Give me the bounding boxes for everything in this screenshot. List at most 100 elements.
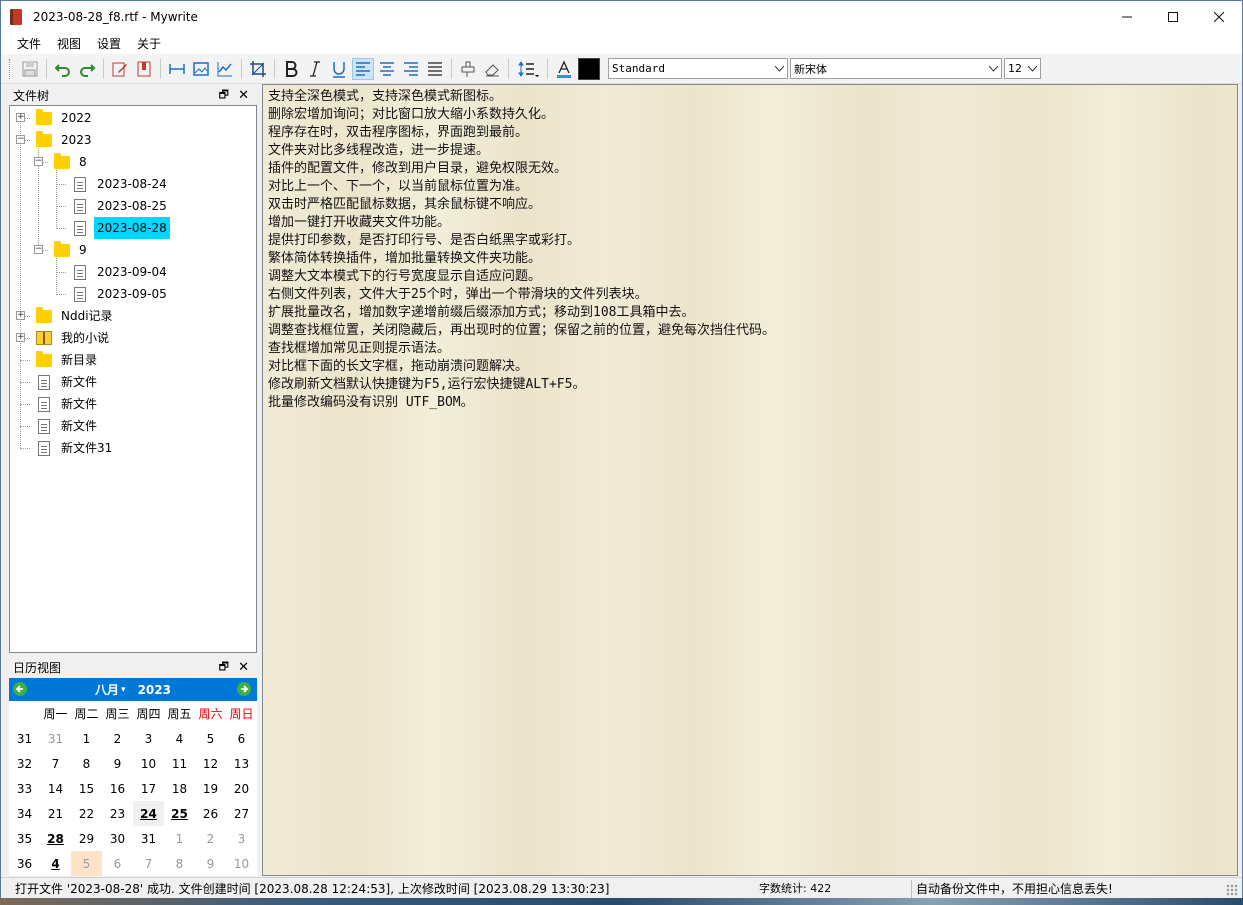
editor-line[interactable]: 批量修改编码没有识别 UTF_BOM。: [268, 394, 775, 412]
save-button[interactable]: [19, 58, 41, 80]
tree-item[interactable]: 2023-08-25: [72, 195, 170, 217]
tree-item[interactable]: 新文件: [36, 415, 100, 437]
calendar-day[interactable]: 6: [226, 726, 257, 751]
calendar-day[interactable]: 28: [40, 826, 71, 851]
editor-line[interactable]: 扩展批量改名，增加数字递增前缀后缀添加方式；移动到108工具箱中去。: [268, 304, 775, 322]
month-dropdown-icon[interactable]: ▾: [121, 685, 126, 695]
editor-line[interactable]: 支持全深色模式，支持深色模式新图标。: [268, 88, 775, 106]
calendar-day[interactable]: 31: [133, 826, 164, 851]
calendar-day[interactable]: 20: [226, 776, 257, 801]
tree-item[interactable]: 新目录: [36, 349, 100, 371]
calendar-day[interactable]: 24: [133, 801, 164, 826]
expand-icon[interactable]: +: [16, 311, 25, 320]
calendar-day[interactable]: 5: [71, 851, 102, 876]
calendar-day[interactable]: 9: [102, 751, 133, 776]
font-color-button[interactable]: [553, 58, 575, 80]
calendar-day[interactable]: 1: [71, 726, 102, 751]
editor-line[interactable]: 繁体简体转换插件，增加批量转换文件夹功能。: [268, 250, 775, 268]
calendar-day[interactable]: 3: [226, 826, 257, 851]
calendar-day[interactable]: 7: [133, 851, 164, 876]
editor-line[interactable]: 增加一键打开收藏夹文件功能。: [268, 214, 775, 232]
pin-icon[interactable]: 🗗: [219, 658, 229, 677]
calendar-day[interactable]: 14: [40, 776, 71, 801]
calendar-day[interactable]: 25: [164, 801, 195, 826]
expand-icon[interactable]: +: [16, 113, 25, 122]
calendar-day[interactable]: 11: [164, 751, 195, 776]
resize-grip[interactable]: [1226, 884, 1238, 896]
pin-icon[interactable]: 🗗: [219, 86, 229, 105]
calendar-day[interactable]: 29: [71, 826, 102, 851]
calendar-day[interactable]: 30: [102, 826, 133, 851]
tree-item[interactable]: 新文件: [36, 393, 100, 415]
next-month-icon[interactable]: [237, 682, 251, 696]
calendar-day[interactable]: 15: [71, 776, 102, 801]
calendar-month[interactable]: 八月: [95, 681, 119, 698]
chart-button[interactable]: [214, 58, 236, 80]
calendar-day[interactable]: 2: [195, 826, 226, 851]
calendar-day[interactable]: 18: [164, 776, 195, 801]
italic-button[interactable]: [304, 58, 326, 80]
tree-item[interactable]: 2023-09-04: [72, 261, 170, 283]
calendar-day[interactable]: 13: [226, 751, 257, 776]
chevron-down-icon[interactable]: [771, 59, 787, 78]
edit-button[interactable]: [109, 58, 131, 80]
close-pane-icon[interactable]: ✕: [238, 88, 249, 103]
collapse-icon[interactable]: −: [34, 245, 43, 254]
calendar-day[interactable]: 2: [102, 726, 133, 751]
editor-line[interactable]: 调整查找框位置，关闭隐藏后，再出现时的位置；保留之前的位置，避免每次挡住代码。: [268, 322, 775, 340]
calendar-day[interactable]: 5: [195, 726, 226, 751]
tree-item[interactable]: Nddi记录: [36, 305, 116, 327]
align-right-button[interactable]: [400, 58, 422, 80]
title-bar[interactable]: 2023-08-28_f8.rtf - Mywrite: [1, 1, 1242, 32]
redo-button[interactable]: [76, 58, 98, 80]
chevron-down-icon[interactable]: [985, 59, 1001, 78]
calendar-day[interactable]: 27: [226, 801, 257, 826]
tree-item[interactable]: 2023: [36, 129, 95, 151]
text-color-swatch[interactable]: [578, 57, 600, 80]
editor-line[interactable]: 修改刷新文档默认快捷键为F5,运行宏快捷键ALT+F5。: [268, 376, 775, 394]
editor-line[interactable]: 对比上一个、下一个，以当前鼠标位置为准。: [268, 178, 775, 196]
tree-item[interactable]: 2023-08-24: [72, 173, 170, 195]
image-button[interactable]: [190, 58, 212, 80]
calendar-day[interactable]: 9: [195, 851, 226, 876]
tree-item[interactable]: 2022: [36, 107, 95, 129]
chevron-down-icon[interactable]: [1024, 59, 1040, 78]
calendar-day[interactable]: 17: [133, 776, 164, 801]
editor-content[interactable]: 支持全深色模式，支持深色模式新图标。 删除宏增加询问；对比窗口放大缩小系数持久化。…: [268, 88, 775, 412]
toolbar-grip[interactable]: [9, 58, 12, 79]
editor-line[interactable]: 插件的配置文件，修改到用户目录，避免权限无效。: [268, 160, 775, 178]
editor-line[interactable]: 程序存在时，双击程序图标，界面跑到最前。: [268, 124, 775, 142]
calendar-day[interactable]: 22: [71, 801, 102, 826]
minimize-button[interactable]: [1104, 1, 1150, 32]
font-select[interactable]: 新宋体: [790, 58, 1002, 79]
calendar-day[interactable]: 7: [40, 751, 71, 776]
calendar-day[interactable]: 26: [195, 801, 226, 826]
calendar-day[interactable]: 8: [164, 851, 195, 876]
close-button[interactable]: [1196, 1, 1242, 32]
calendar-day[interactable]: 23: [102, 801, 133, 826]
align-left-button[interactable]: [352, 57, 374, 80]
undo-button[interactable]: [52, 58, 74, 80]
tree-item[interactable]: 2023-09-05: [72, 283, 170, 305]
calendar-day[interactable]: 10: [226, 851, 257, 876]
editor-line[interactable]: 对比框下面的长文字框，拖动崩溃问题解决。: [268, 358, 775, 376]
calendar-day[interactable]: 31: [40, 726, 71, 751]
bold-button[interactable]: [280, 58, 302, 80]
size-select[interactable]: 12: [1004, 58, 1041, 79]
calendar-day[interactable]: 21: [40, 801, 71, 826]
editor-line[interactable]: 查找框增加常见正则提示语法。: [268, 340, 775, 358]
line-spacing-button[interactable]: [514, 58, 542, 80]
tree-item[interactable]: 9: [54, 239, 90, 261]
eraser-button[interactable]: [481, 58, 503, 80]
calendar-day[interactable]: 3: [133, 726, 164, 751]
editor-line[interactable]: 文件夹对比多线程改造，进一步提速。: [268, 142, 775, 160]
menu-settings[interactable]: 设置: [89, 35, 129, 52]
tree-item[interactable]: 2023-08-28: [72, 217, 170, 239]
calendar-day[interactable]: 4: [40, 851, 71, 876]
maximize-button[interactable]: [1150, 1, 1196, 32]
calendar-year[interactable]: 2023: [138, 683, 171, 697]
menu-file[interactable]: 文件: [9, 35, 49, 52]
width-button[interactable]: [166, 58, 188, 80]
prev-month-icon[interactable]: [13, 682, 27, 696]
editor-line[interactable]: 提供打印参数，是否打印行号、是否白纸黑字或彩打。: [268, 232, 775, 250]
